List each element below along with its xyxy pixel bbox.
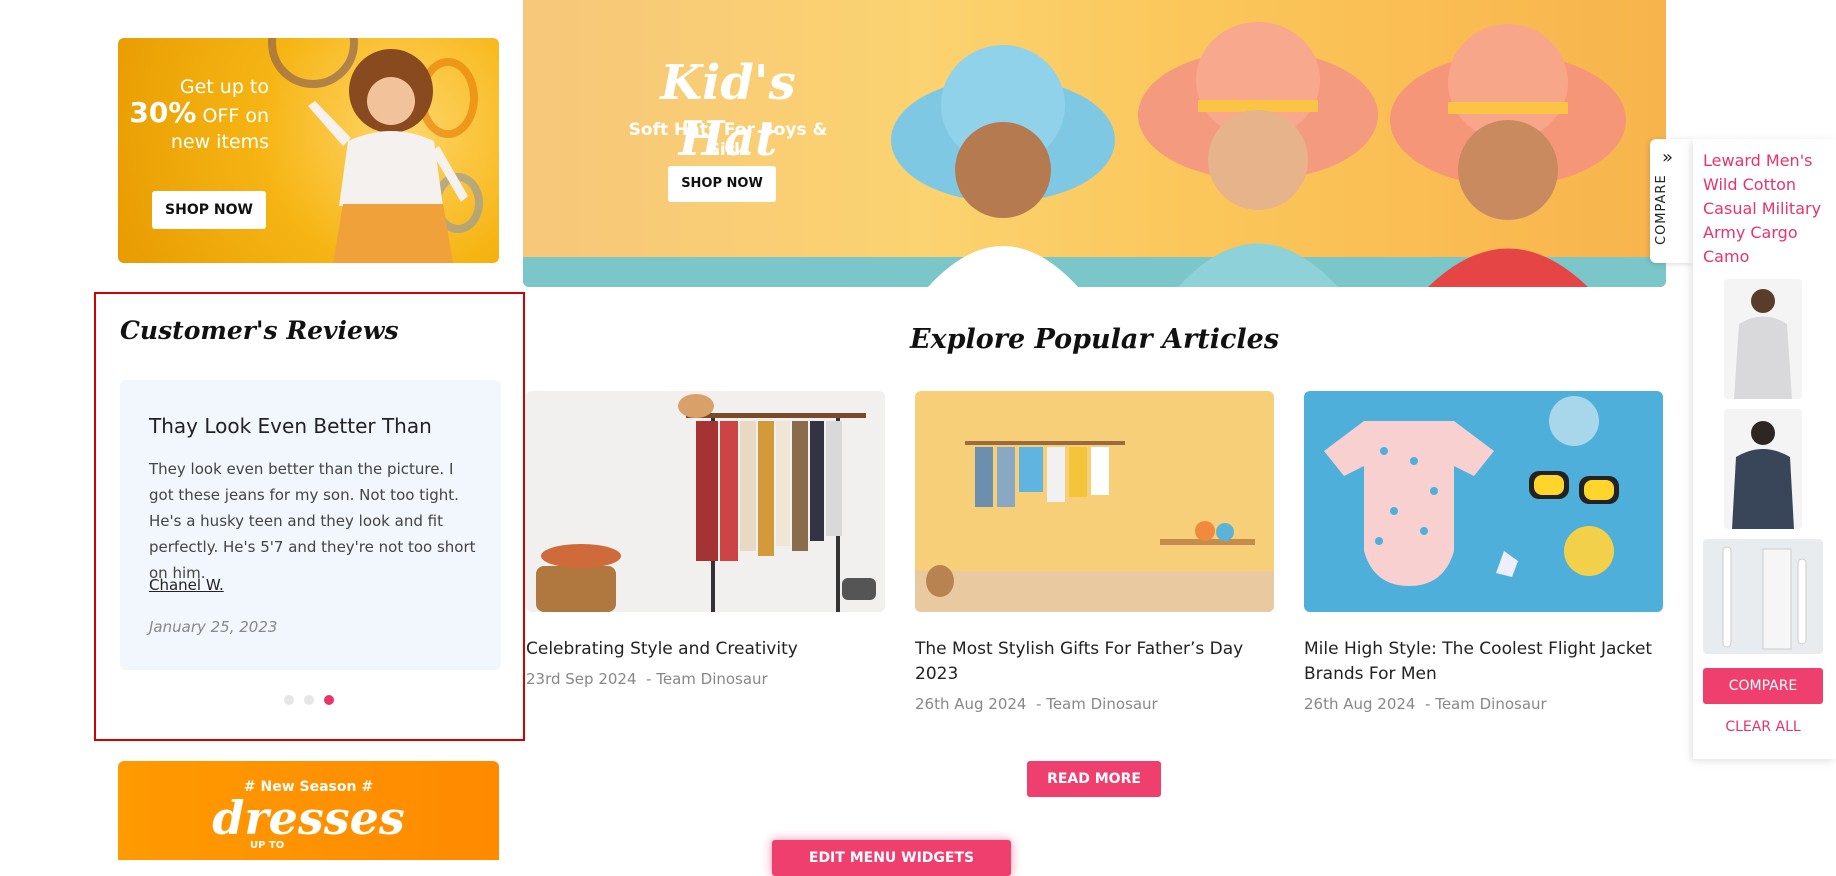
article-image[interactable] bbox=[915, 391, 1274, 612]
article-image[interactable] bbox=[1304, 391, 1663, 612]
compare-tab-label: COMPARE bbox=[1654, 174, 1669, 245]
article-date: 23rd Sep 2024 bbox=[526, 670, 637, 688]
product-thumb[interactable] bbox=[1703, 539, 1823, 654]
denim-jacket-image bbox=[1732, 421, 1794, 529]
hoodie-image bbox=[1734, 289, 1792, 399]
reviews-title: Customer's Reviews bbox=[120, 316, 399, 345]
edit-menu-widgets-button[interactable]: EDIT MENU WIDGETS bbox=[772, 840, 1011, 876]
dresses-upto: UP TO bbox=[250, 840, 285, 851]
article-author: - Team Dinosaur bbox=[646, 670, 768, 688]
baby-onesie-image bbox=[1304, 391, 1663, 612]
promo-line3: new items bbox=[170, 131, 269, 153]
hero-shop-now-button[interactable]: SHOP NOW bbox=[668, 166, 776, 202]
broken-product-image[interactable]: Leward Men's Wild Cotton Casual Military… bbox=[1703, 149, 1828, 269]
compare-tab[interactable]: » COMPARE bbox=[1650, 139, 1693, 263]
carousel-dot-2[interactable] bbox=[304, 695, 314, 705]
review-body: They look even better than the picture. … bbox=[149, 460, 476, 582]
promo-banner[interactable]: Get up to 30% OFF on new items SHOP NOW bbox=[118, 38, 499, 263]
kids-clothes-wall-image bbox=[915, 391, 1274, 612]
hero-banner[interactable]: Kid's Hat Soft Hats For Boys & Girls SHO… bbox=[523, 0, 1666, 287]
article-card[interactable]: Mile High Style: The Coolest Flight Jack… bbox=[1304, 391, 1663, 713]
promo-line2: OFF on bbox=[202, 105, 269, 127]
articles-section-title: Explore Popular Articles bbox=[909, 324, 1280, 355]
compare-button[interactable]: COMPARE bbox=[1703, 668, 1823, 704]
article-meta: 26th Aug 2024 - Team Dinosaur bbox=[915, 695, 1274, 713]
article-title[interactable]: The Most Stylish Gifts For Father’s Day … bbox=[915, 637, 1274, 687]
read-more-button[interactable]: READ MORE bbox=[1027, 761, 1161, 797]
article-author: - Team Dinosaur bbox=[1036, 695, 1158, 713]
article-title[interactable]: Celebrating Style and Creativity bbox=[526, 637, 885, 662]
article-title[interactable]: Mile High Style: The Coolest Flight Jack… bbox=[1304, 637, 1663, 687]
dresses-title: dresses bbox=[212, 791, 405, 845]
article-meta: 23rd Sep 2024 - Team Dinosaur bbox=[526, 670, 885, 688]
double-chevron-right-icon[interactable]: » bbox=[1662, 147, 1673, 168]
kids-in-hats-photo bbox=[891, 22, 1626, 287]
promo-percent: 30% bbox=[129, 96, 197, 129]
customer-reviews-panel: Customer's Reviews Thay Look Even Better… bbox=[94, 292, 525, 741]
article-meta: 26th Aug 2024 - Team Dinosaur bbox=[1304, 695, 1663, 713]
product-thumb[interactable] bbox=[1724, 409, 1802, 529]
review-author-link[interactable]: Chanel W. bbox=[149, 576, 224, 594]
product-thumb[interactable] bbox=[1724, 279, 1802, 399]
carousel-dot-3[interactable] bbox=[324, 695, 334, 705]
article-card[interactable]: Celebrating Style and Creativity 23rd Se… bbox=[526, 391, 885, 688]
toothbrush-image bbox=[1722, 546, 1807, 650]
girl-photo bbox=[308, 49, 468, 263]
dresses-promo-banner[interactable]: # New Season # dresses UP TO bbox=[118, 761, 499, 860]
hero-subtitle: Soft Hats For Boys & Girls bbox=[628, 120, 828, 160]
promo-text: Get up to 30% OFF on new items bbox=[119, 74, 269, 155]
compare-panel: Leward Men's Wild Cotton Casual Military… bbox=[1693, 139, 1836, 759]
carousel-dot-1[interactable] bbox=[284, 695, 294, 705]
review-heading: Thay Look Even Better Than bbox=[149, 414, 432, 438]
clothes-rack-image bbox=[526, 391, 885, 612]
article-author: - Team Dinosaur bbox=[1425, 695, 1547, 713]
promo-shop-now-button[interactable]: SHOP NOW bbox=[152, 191, 266, 229]
article-date: 26th Aug 2024 bbox=[915, 695, 1027, 713]
clear-all-link[interactable]: CLEAR ALL bbox=[1703, 719, 1823, 735]
article-date: 26th Aug 2024 bbox=[1304, 695, 1416, 713]
article-card[interactable]: The Most Stylish Gifts For Father’s Day … bbox=[915, 391, 1274, 713]
article-image[interactable] bbox=[526, 391, 885, 612]
review-date: January 25, 2023 bbox=[149, 618, 278, 636]
review-card: Thay Look Even Better Than They look eve… bbox=[120, 380, 501, 670]
